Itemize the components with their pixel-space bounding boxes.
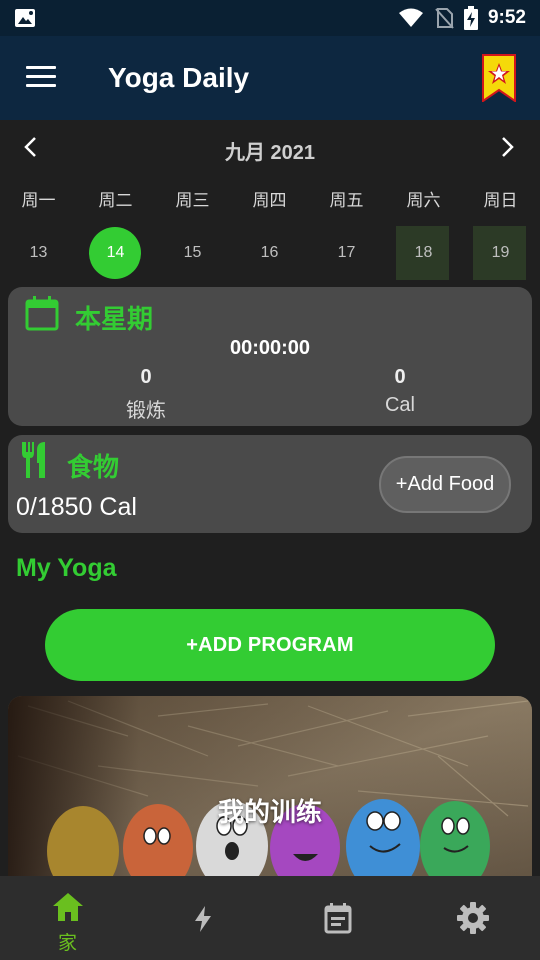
- nav-settings[interactable]: [405, 876, 540, 960]
- app-root: 9:52 Yoga Daily 九月 2021 周一 周二 周三 周四 周五 周: [0, 0, 540, 960]
- week-duration: 00:00:00: [229, 337, 311, 359]
- calendar-date[interactable]: 17: [308, 226, 385, 280]
- nav-home[interactable]: 家: [0, 876, 135, 960]
- calendar-date[interactable]: 13: [0, 226, 77, 280]
- menu-button[interactable]: [26, 66, 56, 88]
- weekday-label: 周日: [483, 191, 518, 210]
- event-note-icon: [324, 903, 351, 934]
- weekday-row: 周一 周二 周三 周四 周五 周六 周日: [0, 186, 540, 211]
- calendar-date-weekend[interactable]: 18: [385, 226, 462, 280]
- home-icon: [52, 893, 83, 921]
- workouts-label: 锻炼: [126, 400, 166, 422]
- date-label: 17: [337, 244, 356, 261]
- food-title: 食物: [67, 452, 120, 482]
- program-card-title: 我的训练: [217, 797, 322, 827]
- date-label: 14: [106, 244, 125, 261]
- calendar-month-label: 九月 2021: [224, 142, 316, 164]
- menu-icon-line: [26, 75, 56, 78]
- date-label: 19: [491, 244, 510, 261]
- food-calories: 0/1850 Cal: [16, 493, 137, 521]
- calories-label: Cal: [384, 394, 415, 416]
- weekday-label: 周三: [175, 191, 210, 210]
- date-label: 16: [260, 244, 279, 261]
- weekday-label: 周六: [406, 191, 441, 210]
- menu-icon-line: [26, 66, 56, 69]
- date-label: 13: [29, 244, 48, 261]
- weekday-label: 周四: [252, 191, 287, 210]
- weekday-label: 周一: [21, 191, 56, 210]
- food-card[interactable]: 食物 0/1850 Cal +Add Food: [8, 435, 532, 533]
- weekday-label: 周二: [98, 191, 133, 210]
- status-time: 9:52: [487, 7, 526, 28]
- premium-badge-icon[interactable]: [482, 54, 516, 102]
- nav-home-label: 家: [57, 933, 77, 954]
- calendar-date[interactable]: 16: [231, 226, 308, 280]
- date-row: 13 14 15 16 17 18 19: [0, 226, 540, 280]
- workouts-count: 0: [140, 366, 152, 388]
- add-program-button[interactable]: +ADD PROGRAM: [45, 609, 495, 681]
- my-yoga-title: My Yoga: [16, 554, 117, 582]
- gear-icon: [456, 902, 489, 934]
- fork-knife-icon: [22, 442, 45, 478]
- nav-plan[interactable]: [270, 876, 405, 960]
- calendar-header: 九月 2021: [0, 120, 540, 174]
- no-sim-icon: [435, 8, 454, 29]
- nav-workouts[interactable]: [135, 876, 270, 960]
- gallery-notification-icon: [15, 9, 35, 27]
- calendar-icon: [25, 296, 59, 331]
- app-title: Yoga Daily: [108, 62, 250, 93]
- menu-icon-line: [26, 84, 56, 87]
- bottom-navigation: 家: [0, 876, 540, 960]
- calories-count: 0: [394, 366, 406, 388]
- lightning-icon: [194, 906, 211, 932]
- this-week-title: 本星期: [75, 304, 154, 334]
- chevron-right-icon[interactable]: [494, 134, 520, 160]
- wifi-icon: [398, 8, 423, 27]
- program-card[interactable]: 我的训练: [8, 696, 532, 896]
- battery-charging-icon: [463, 6, 478, 30]
- app-bar: Yoga Daily: [0, 36, 540, 120]
- calendar-date-weekend[interactable]: 19: [462, 226, 539, 280]
- date-label: 15: [183, 244, 202, 261]
- calendar-date[interactable]: 15: [154, 226, 231, 280]
- this-week-card[interactable]: 本星期 00:00:00 0 锻炼 0 Cal: [8, 287, 532, 426]
- date-label: 18: [414, 244, 433, 261]
- add-food-button[interactable]: +Add Food: [379, 456, 511, 513]
- calendar-date-selected[interactable]: 14: [77, 226, 154, 280]
- status-bar: 9:52: [0, 0, 540, 36]
- weekday-label: 周五: [329, 191, 364, 210]
